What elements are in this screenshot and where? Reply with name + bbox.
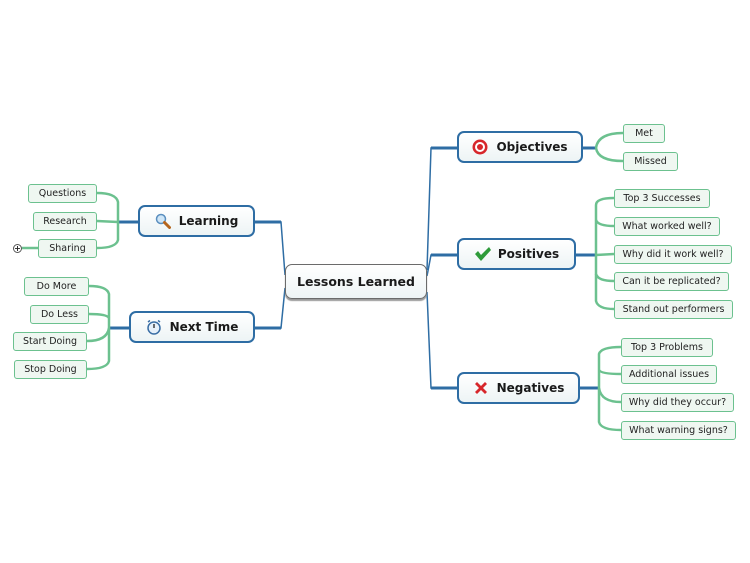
topic-label: Objectives bbox=[496, 140, 568, 154]
link-negatives bbox=[426, 291, 457, 389]
subtopic-label: Met bbox=[635, 128, 653, 139]
subtopic-label: Additional issues bbox=[628, 369, 710, 380]
link-next-time bbox=[255, 287, 286, 329]
subtopic-questions[interactable]: Questions bbox=[28, 184, 97, 203]
subtopic-sharing[interactable]: Sharing bbox=[38, 239, 97, 258]
subtopic-label: Do Less bbox=[40, 309, 79, 320]
checkmark-icon bbox=[474, 246, 491, 262]
expand-button[interactable]: + bbox=[13, 244, 22, 253]
subtopic-label: Research bbox=[43, 216, 87, 227]
subtopic-do-less[interactable]: Do Less bbox=[30, 305, 89, 324]
subtopic-label: Can it be replicated? bbox=[622, 276, 721, 287]
plus-icon: + bbox=[14, 244, 21, 253]
central-topic-label: Lessons Learned bbox=[297, 274, 415, 289]
link-objectives bbox=[426, 147, 457, 271]
subtopic-label: Stand out performers bbox=[622, 304, 725, 315]
subtopic-what-worked-well[interactable]: What worked well? bbox=[614, 217, 720, 236]
subtopic-label: Why did it work well? bbox=[622, 249, 724, 260]
subtopic-met[interactable]: Met bbox=[623, 124, 665, 143]
subtopic-label: Start Doing bbox=[22, 336, 78, 347]
red-x-icon bbox=[473, 380, 489, 396]
subtopic-do-more[interactable]: Do More bbox=[24, 277, 89, 296]
topic-label: Next Time bbox=[169, 320, 239, 334]
topic-learning[interactable]: Learning bbox=[138, 205, 255, 237]
target-icon bbox=[472, 139, 488, 155]
subtopic-why-did-it-work-well[interactable]: Why did it work well? bbox=[614, 245, 732, 264]
central-topic[interactable]: Lessons Learned bbox=[285, 264, 427, 299]
topic-label: Positives bbox=[497, 247, 560, 261]
subtopic-stop-doing[interactable]: Stop Doing bbox=[14, 360, 87, 379]
subtopic-can-it-be-replicated[interactable]: Can it be replicated? bbox=[614, 272, 729, 291]
subtopic-additional-issues[interactable]: Additional issues bbox=[621, 365, 717, 384]
subtopic-label: Sharing bbox=[49, 243, 86, 254]
subtopic-label: Stop Doing bbox=[24, 364, 77, 375]
link-learning bbox=[255, 221, 286, 276]
subtopic-label: Top 3 Problems bbox=[631, 342, 703, 353]
topic-objectives[interactable]: Objectives bbox=[457, 131, 583, 163]
subtopic-what-warning-signs[interactable]: What warning signs? bbox=[621, 421, 736, 440]
topic-next-time[interactable]: Next Time bbox=[129, 311, 255, 343]
topic-label: Learning bbox=[178, 214, 239, 228]
subtopic-top-3-problems[interactable]: Top 3 Problems bbox=[621, 338, 713, 357]
subtopic-label: What worked well? bbox=[622, 221, 712, 232]
subtopic-missed[interactable]: Missed bbox=[623, 152, 678, 171]
topic-negatives[interactable]: Negatives bbox=[457, 372, 580, 404]
subtopic-label: Why did they occur? bbox=[628, 397, 727, 408]
magnifier-icon bbox=[155, 213, 171, 229]
link-positives bbox=[426, 254, 457, 277]
subtopic-top-3-successes[interactable]: Top 3 Successes bbox=[614, 189, 710, 208]
subtopic-stand-out-performers[interactable]: Stand out performers bbox=[614, 300, 733, 319]
subtopic-research[interactable]: Research bbox=[33, 212, 97, 231]
subtopic-label: What warning signs? bbox=[629, 425, 728, 436]
subtopic-label: Do More bbox=[36, 281, 77, 292]
subtopic-label: Top 3 Successes bbox=[623, 193, 701, 204]
subtopic-why-did-they-occur[interactable]: Why did they occur? bbox=[621, 393, 734, 412]
subtopic-label: Questions bbox=[38, 188, 87, 199]
topic-positives[interactable]: Positives bbox=[457, 238, 576, 270]
alarm-clock-icon bbox=[146, 319, 162, 335]
topic-label: Negatives bbox=[496, 381, 565, 395]
subtopic-label: Missed bbox=[634, 156, 667, 167]
subtopic-start-doing[interactable]: Start Doing bbox=[13, 332, 87, 351]
